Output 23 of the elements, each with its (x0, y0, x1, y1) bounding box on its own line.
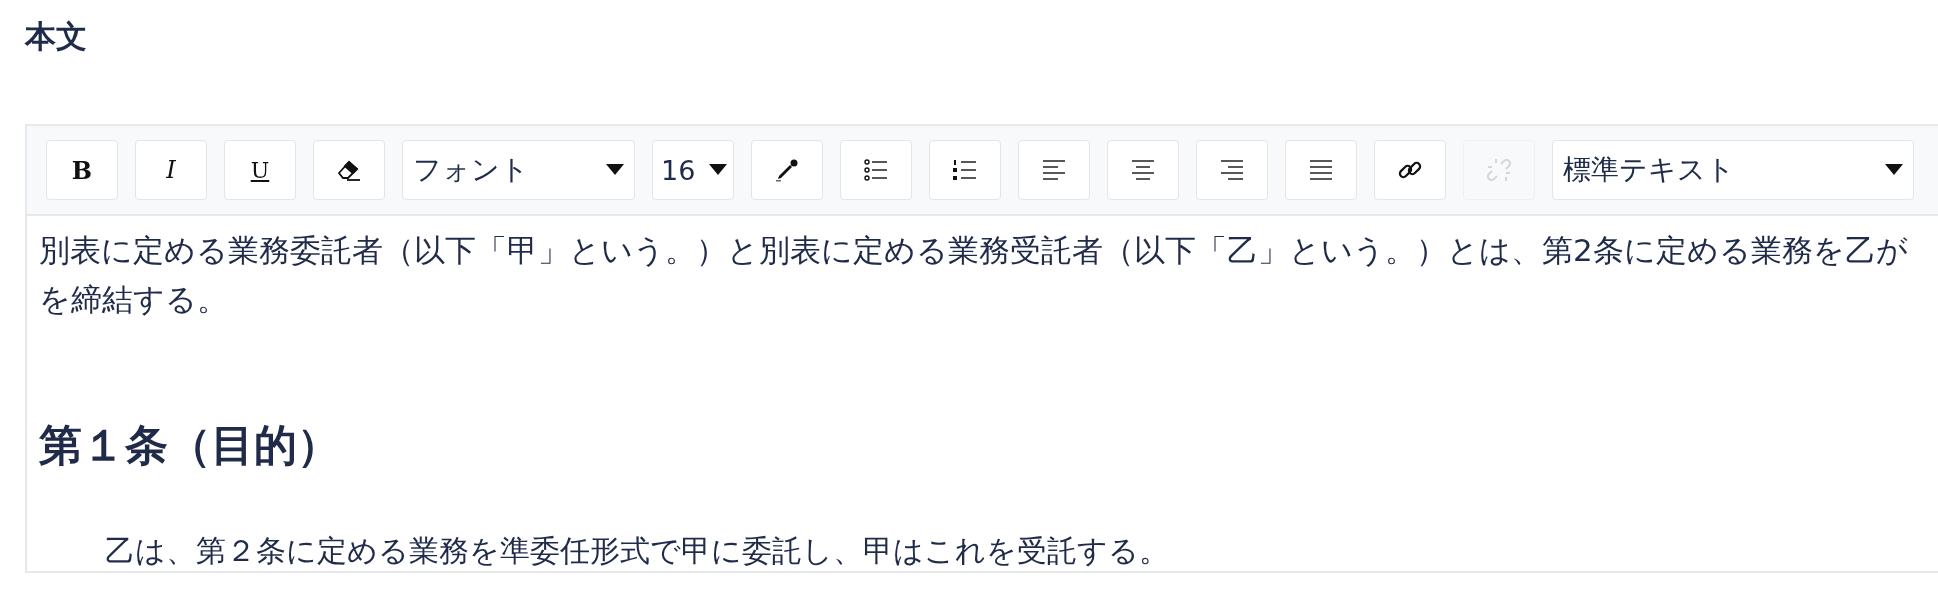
toolbar-button[interactable] (1374, 140, 1446, 200)
dropdown[interactable]: 標準テキスト (1552, 140, 1914, 200)
toolbar-button[interactable] (1018, 140, 1090, 200)
caret-icon (606, 164, 624, 176)
dropdown[interactable]: 16 (652, 140, 734, 200)
paragraph: 別表に定める業務委託者（以下「甲」という。）と別表に定める業務受託者（以下「乙」という。）とは、第2条に定める業務を乙がを締結する。 (39, 231, 1909, 319)
broken-link-icon (1485, 156, 1513, 184)
bullet-list-icon (862, 156, 890, 184)
toolbar-button[interactable] (313, 140, 385, 200)
toolbar-button[interactable] (929, 140, 1001, 200)
dropdown[interactable]: フォント (402, 140, 635, 200)
toolbar-button[interactable] (840, 140, 912, 200)
caret-icon (709, 164, 727, 176)
field-label: 本文 (25, 18, 87, 54)
toolbar-button[interactable] (1107, 140, 1179, 200)
caret-icon (1885, 164, 1903, 176)
paragraph: 乙は、第２条に定める業務を準委任形式で甲に委託し、甲はこれを受託する。 (105, 532, 1170, 570)
heading: 第１条（目的） (39, 419, 341, 471)
bold-button[interactable]: B (46, 140, 118, 200)
toolbar-button[interactable] (1285, 140, 1357, 200)
underline-button[interactable]: U (224, 140, 296, 200)
toolbar-button[interactable] (1196, 140, 1268, 200)
italic-button[interactable]: I (135, 140, 207, 200)
